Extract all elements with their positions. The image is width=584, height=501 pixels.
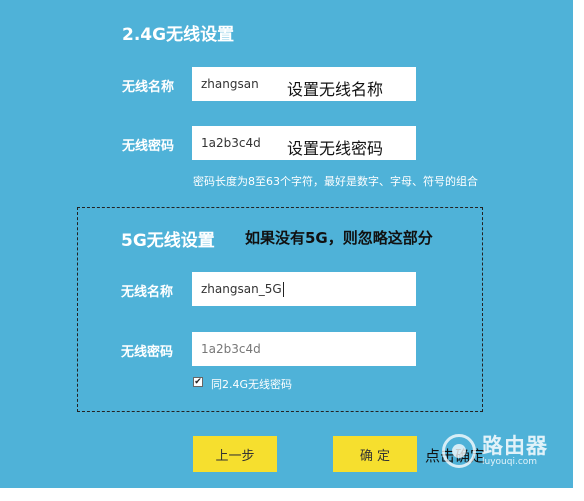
section-title-24g: 2.4G无线设置 bbox=[122, 25, 235, 45]
password-24g-annotation: 设置无线密码 bbox=[287, 139, 384, 158]
confirm-button[interactable]: 确 定 bbox=[333, 436, 417, 472]
section-title-5g: 5G无线设置 bbox=[121, 231, 215, 251]
text-caret bbox=[282, 281, 284, 297]
watermark-url: luyouqi.com bbox=[482, 456, 538, 467]
password-24g-value: 1a2b3c4d bbox=[201, 136, 261, 150]
router-logo-icon bbox=[442, 434, 476, 468]
right-margin bbox=[573, 0, 584, 501]
same-password-label[interactable]: 同2.4G无线密码 bbox=[211, 376, 292, 392]
prev-step-button[interactable]: 上一步 bbox=[193, 436, 277, 472]
watermark-name: 路由器 bbox=[482, 433, 548, 458]
watermark: 路由器 luyouqi.com bbox=[442, 434, 548, 468]
section-5g-annotation: 如果没有5G，则忽略这部分 bbox=[245, 229, 433, 247]
same-password-checkbox[interactable]: ✔ bbox=[193, 377, 203, 387]
bottom-margin bbox=[0, 488, 584, 501]
settings-panel: 2.4G无线设置 无线名称 zhangsan 设置无线名称 无线密码 1a2b3… bbox=[0, 0, 573, 488]
password-hint: 密码长度为8至63个字符，最好是数字、字母、符号的组合 bbox=[193, 175, 478, 188]
password-24g-label: 无线密码 bbox=[122, 139, 175, 154]
ssid-24g-label: 无线名称 bbox=[122, 80, 175, 95]
ssid-5g-label: 无线名称 bbox=[121, 285, 174, 300]
ssid-24g-value: zhangsan bbox=[201, 77, 259, 91]
password-5g-label: 无线密码 bbox=[121, 345, 174, 360]
ssid-24g-annotation: 设置无线名称 bbox=[287, 80, 384, 99]
ssid-5g-input[interactable]: zhangsan_5G bbox=[192, 272, 416, 306]
password-5g-value: 1a2b3c4d bbox=[201, 342, 261, 356]
ssid-5g-value: zhangsan_5G bbox=[201, 282, 282, 296]
password-5g-input[interactable]: 1a2b3c4d bbox=[192, 332, 416, 366]
